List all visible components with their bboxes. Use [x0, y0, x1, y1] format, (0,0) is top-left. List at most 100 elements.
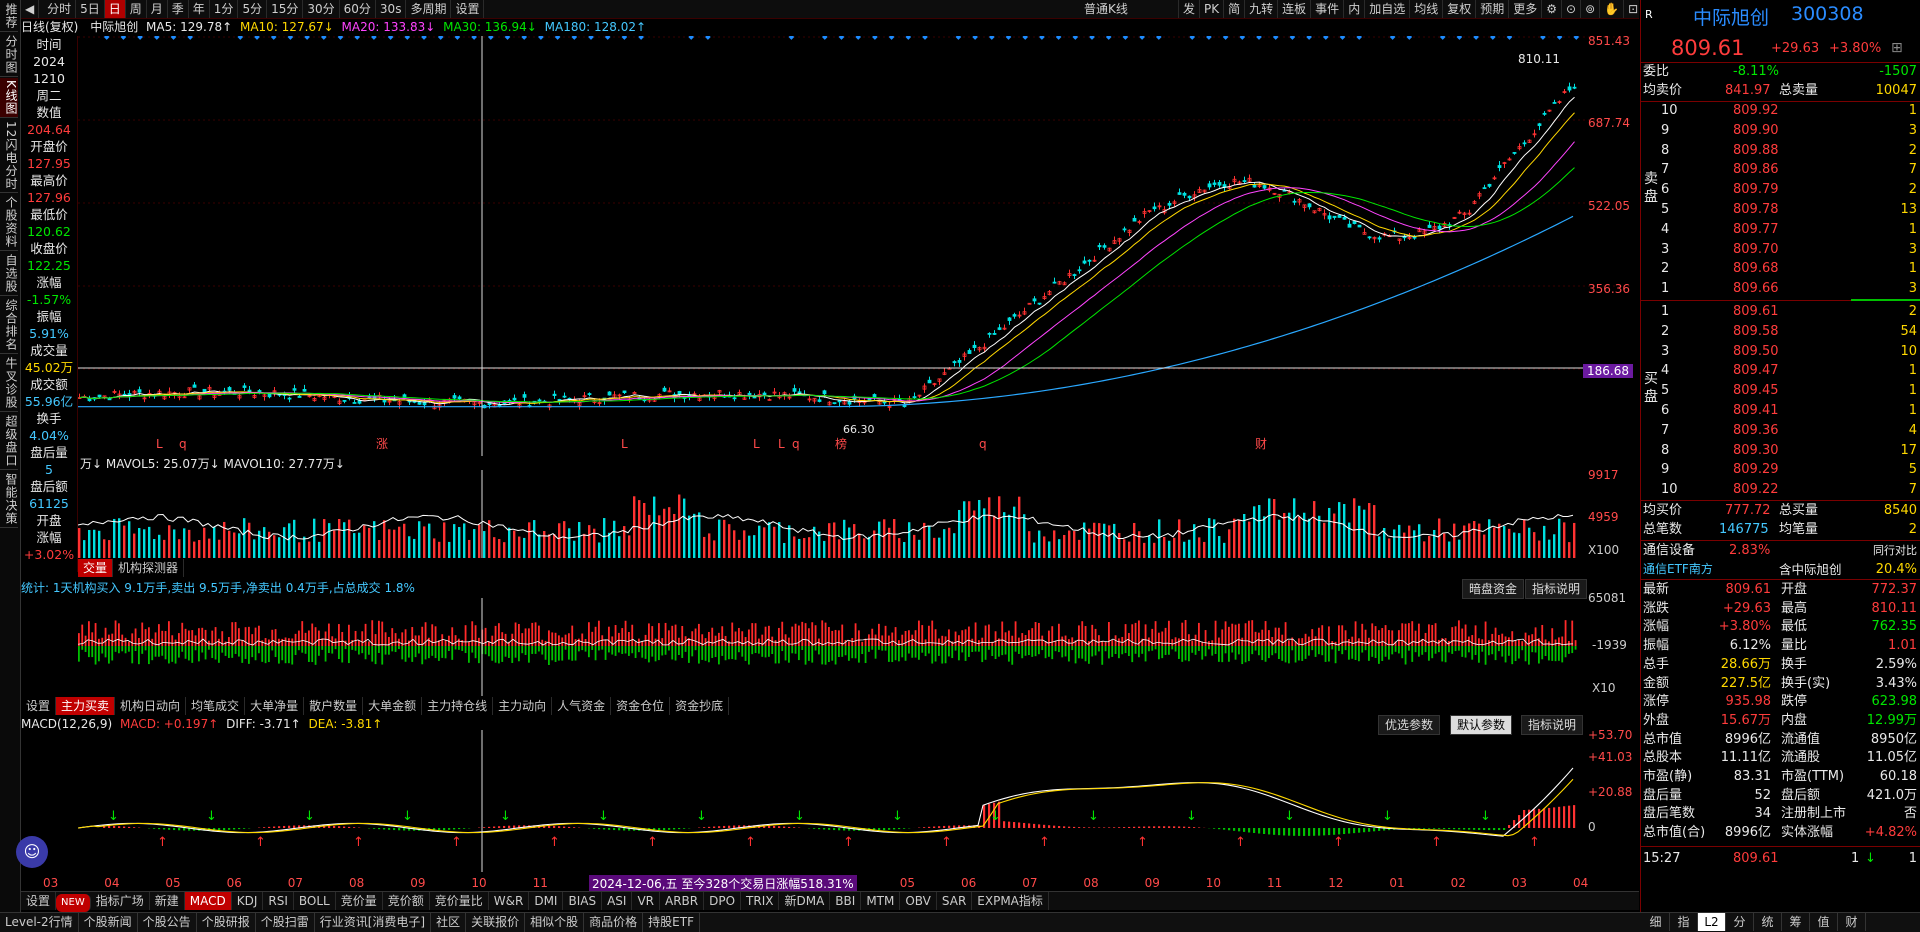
- indicator-tab-15[interactable]: VR: [632, 892, 660, 910]
- left-tab-4[interactable]: 个股资料: [0, 194, 18, 251]
- settings-icon[interactable]: ⚙: [1542, 0, 1562, 18]
- period-tab-1[interactable]: 5日: [76, 0, 105, 18]
- footer-tab-4[interactable]: 个股扫雷: [256, 913, 315, 932]
- toolbar-item-12[interactable]: 更多: [1509, 0, 1542, 18]
- indicator-tab-6[interactable]: RSI: [263, 892, 294, 910]
- fund-tab-5[interactable]: 散户数量: [304, 697, 363, 715]
- detail-tab-6[interactable]: 值: [1810, 913, 1838, 931]
- period-tab-14[interactable]: 设置: [451, 0, 484, 18]
- toolbar-item-3[interactable]: 简: [1224, 0, 1245, 18]
- event-marker[interactable]: q: [179, 437, 187, 451]
- prev-icon[interactable]: ◀: [21, 0, 39, 18]
- footer-tab-1[interactable]: 个股新闻: [79, 913, 138, 932]
- footer-tab-8[interactable]: 相似个股: [525, 913, 584, 932]
- indicator-tab-8[interactable]: 竞价量: [336, 892, 383, 910]
- left-tab-9[interactable]: 智能决策: [0, 471, 18, 528]
- indicator-tab-1[interactable]: NEW: [56, 894, 91, 912]
- fund-tab-0[interactable]: 设置: [21, 697, 56, 715]
- tab-volume[interactable]: 交量: [78, 559, 113, 577]
- left-tab-0[interactable]: 推荐: [0, 1, 18, 32]
- fund-flow-chart[interactable]: [78, 598, 1586, 696]
- footer-tab-2[interactable]: 个股公告: [138, 913, 197, 932]
- toolbar-item-10[interactable]: 复权: [1443, 0, 1476, 18]
- toolbar-item-5[interactable]: 连板: [1278, 0, 1311, 18]
- tab-institution-detector[interactable]: 机构探测器: [113, 559, 184, 577]
- fund-tab-7[interactable]: 主力持仓线: [422, 697, 493, 715]
- fund-tab-11[interactable]: 资金抄底: [670, 697, 729, 715]
- footer-tab-5[interactable]: 行业资讯[消费电子]: [315, 913, 431, 932]
- detail-tab-7[interactable]: 财: [1838, 913, 1866, 931]
- fund-tab-3[interactable]: 均笔成交: [186, 697, 245, 715]
- event-marker[interactable]: 榜: [835, 436, 847, 451]
- footer-tab-3[interactable]: 个股研报: [197, 913, 256, 932]
- toolbar-item-7[interactable]: 内: [1344, 0, 1365, 18]
- detail-tab-2[interactable]: L2: [1698, 913, 1726, 931]
- indicator-tab-24[interactable]: EXPMA指标: [972, 892, 1049, 910]
- toolbar-item-4[interactable]: 九转: [1245, 0, 1278, 18]
- indicator-tab-3[interactable]: 新建: [150, 892, 185, 910]
- event-marker[interactable]: 财: [1255, 437, 1267, 451]
- period-tab-11[interactable]: 60分: [340, 0, 376, 18]
- hand-icon[interactable]: ✋: [1600, 0, 1624, 18]
- footer-tab-0[interactable]: Level-2行情: [0, 913, 79, 932]
- indicator-tab-16[interactable]: ARBR: [660, 892, 704, 910]
- left-tab-1[interactable]: 分时图: [0, 33, 18, 77]
- indicator-tab-23[interactable]: SAR: [937, 892, 972, 910]
- footer-tab-10[interactable]: 持股ETF: [643, 913, 700, 932]
- event-marker[interactable]: L: [778, 437, 785, 451]
- indicator-tab-5[interactable]: KDJ: [232, 892, 264, 910]
- target-icon[interactable]: ⊚: [1581, 0, 1600, 18]
- period-tab-7[interactable]: 1分: [210, 0, 239, 18]
- footer-tab-6[interactable]: 社区: [431, 913, 466, 932]
- left-tab-8[interactable]: 超级盘口: [0, 413, 18, 470]
- event-marker[interactable]: q: [792, 437, 800, 451]
- toolbar-item-1[interactable]: 发: [1179, 0, 1200, 18]
- detail-tab-3[interactable]: 分: [1726, 913, 1754, 931]
- volume-chart[interactable]: [78, 470, 1586, 558]
- period-tab-4[interactable]: 月: [147, 0, 168, 18]
- fund-tab-9[interactable]: 人气资金: [552, 697, 611, 715]
- left-tab-2[interactable]: K线图: [0, 78, 18, 118]
- indicator-tab-22[interactable]: OBV: [900, 892, 937, 910]
- period-tab-3[interactable]: 周: [126, 0, 147, 18]
- period-tab-9[interactable]: 15分: [267, 0, 303, 18]
- period-tab-6[interactable]: 年: [189, 0, 210, 18]
- sector-link[interactable]: 通信设备: [1643, 541, 1695, 560]
- fund-tab-6[interactable]: 大单金额: [363, 697, 422, 715]
- indicator-tab-10[interactable]: 竞价量比: [430, 892, 489, 910]
- indicator-tab-7[interactable]: BOLL: [294, 892, 336, 910]
- fullscreen-icon[interactable]: ⊞: [1891, 40, 1903, 56]
- assistant-icon[interactable]: ☺: [16, 836, 48, 868]
- period-tab-2[interactable]: 日: [105, 0, 126, 18]
- left-tab-5[interactable]: 自选股: [0, 252, 18, 296]
- fund-tab-10[interactable]: 资金仓位: [611, 697, 670, 715]
- toolbar-item-8[interactable]: 加自选: [1365, 0, 1410, 18]
- indicator-tab-19[interactable]: 新DMA: [779, 892, 830, 910]
- left-tab-7[interactable]: 牛叉诊股: [0, 355, 18, 412]
- toolbar-item-2[interactable]: PK: [1200, 0, 1224, 18]
- kline-chart[interactable]: Lq涨LLLq榜q财: [78, 36, 1630, 456]
- event-marker[interactable]: q: [979, 437, 987, 451]
- indicator-tab-20[interactable]: BBI: [830, 892, 861, 910]
- left-tab-3[interactable]: 12闪电分时: [0, 119, 18, 193]
- indicator-tab-2[interactable]: 指标广场: [91, 892, 150, 910]
- fund-help-button[interactable]: 指标说明: [1525, 579, 1587, 599]
- detail-tab-5[interactable]: 筹: [1782, 913, 1810, 931]
- toolbar-item-11[interactable]: 预期: [1476, 0, 1509, 18]
- fund-tab-4[interactable]: 大单净量: [245, 697, 304, 715]
- event-marker[interactable]: 涨: [376, 436, 388, 451]
- indicator-tab-0[interactable]: 设置: [21, 892, 56, 910]
- fund-tab-1[interactable]: 主力买卖: [56, 697, 115, 715]
- period-tab-5[interactable]: 季: [168, 0, 189, 18]
- detail-tab-1[interactable]: 指: [1670, 913, 1698, 931]
- toolbar-item-9[interactable]: 均线: [1410, 0, 1443, 18]
- etf-link[interactable]: 通信ETF南方: [1643, 560, 1713, 579]
- indicator-tab-17[interactable]: DPO: [704, 892, 741, 910]
- indicator-tab-11[interactable]: W&R: [489, 892, 530, 910]
- zoom-icon[interactable]: ⊙: [1562, 0, 1581, 18]
- footer-tab-9[interactable]: 商品价格: [584, 913, 643, 932]
- macd-chart[interactable]: ↓↑↓↑↓↑↓↑↓↑↓↑↓↑↓↑↓↑↓↑↓↑↓↑↓↑↓↑↓↑: [78, 730, 1586, 872]
- peer-compare-link[interactable]: 同行对比: [1873, 541, 1917, 560]
- detail-tab-4[interactable]: 统: [1754, 913, 1782, 931]
- dark-pool-button[interactable]: 暗盘资金: [1462, 579, 1524, 599]
